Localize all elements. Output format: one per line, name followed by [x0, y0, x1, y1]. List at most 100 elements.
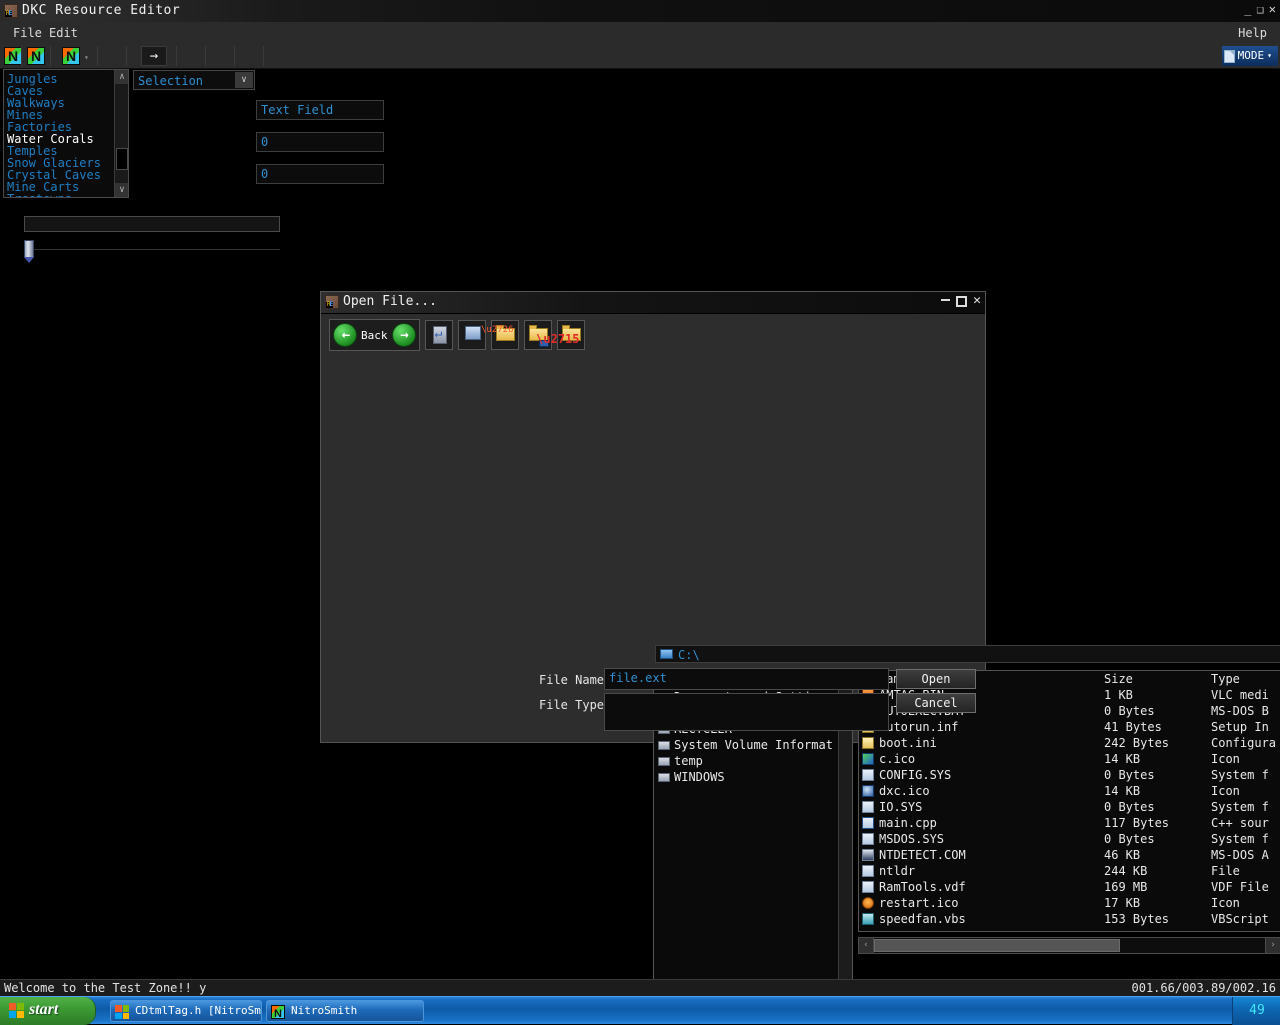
open-button[interactable]: Open: [896, 669, 976, 689]
text-field-3[interactable]: 0: [256, 164, 384, 184]
file-type: Icon: [1211, 751, 1240, 767]
back-forward-group[interactable]: ← Back →: [329, 319, 420, 351]
go-arrow-button[interactable]: →: [141, 46, 167, 66]
delete-folder-icon[interactable]: \u2715: [557, 320, 585, 350]
hscroll-track[interactable]: [874, 937, 1265, 954]
nitro-logo-2-icon[interactable]: [27, 47, 45, 65]
folder-tree-item-label: temp: [674, 754, 703, 768]
file-type: Icon: [1211, 895, 1240, 911]
level-list[interactable]: JunglesCavesWalkwaysMinesFactoriesWater …: [3, 69, 129, 198]
file-type: System f: [1211, 799, 1269, 815]
file-list-row[interactable]: IO.SYS0 BytesSystem f: [859, 799, 1280, 815]
file-type: Icon: [1211, 783, 1240, 799]
new-folder-icon[interactable]: \u2726: [491, 320, 519, 350]
file-name: ntldr: [879, 863, 915, 879]
folder-tree-item[interactable]: System Volume Informat: [654, 737, 852, 753]
dialog-maximize-icon[interactable]: [956, 296, 967, 307]
file-type: C++ sour: [1211, 815, 1269, 831]
chevron-down-icon[interactable]: ▾: [84, 53, 89, 62]
up-one-level-icon[interactable]: [425, 320, 453, 350]
file-list-row[interactable]: speedfan.vbs153 BytesVBScript: [859, 911, 1280, 927]
menubar: File Edit Help: [0, 22, 1280, 45]
file-list-row[interactable]: CONFIG.SYS0 BytesSystem f: [859, 767, 1280, 783]
nitro-logo-1-icon[interactable]: [4, 47, 22, 65]
file-type: VLC medi: [1211, 687, 1269, 703]
folder-icon: [658, 741, 670, 750]
file-list-row[interactable]: restart.ico17 KBIcon: [859, 895, 1280, 911]
maximize-icon[interactable]: ❑: [1257, 3, 1264, 15]
scroll-track[interactable]: [115, 84, 129, 183]
scroll-left-icon[interactable]: ‹: [858, 937, 874, 954]
file-size: 14 KB: [1104, 751, 1140, 767]
forward-arrow-icon[interactable]: →: [392, 323, 416, 347]
file-name: main.cpp: [879, 815, 937, 831]
file-type: System f: [1211, 831, 1269, 847]
start-button[interactable]: start: [0, 997, 96, 1025]
file-list-row[interactable]: ntldr244 KBFile: [859, 863, 1280, 879]
minimize-icon[interactable]: _: [1244, 3, 1251, 15]
file-list-row[interactable]: boot.ini242 BytesConfigura: [859, 735, 1280, 751]
scroll-up-icon[interactable]: ∧: [115, 70, 129, 84]
column-size[interactable]: Size: [1104, 671, 1133, 687]
back-arrow-icon[interactable]: ←: [333, 323, 357, 347]
chevron-down-icon[interactable]: ∨: [235, 72, 253, 88]
menu-help[interactable]: Help: [1229, 22, 1276, 44]
scroll-thumb[interactable]: [116, 148, 128, 170]
dialog-toolbar: ← Back → \u2726 \u2715: [329, 318, 585, 352]
file-list-row[interactable]: NTDETECT.COM46 KBMS-DOS A: [859, 847, 1280, 863]
application-root: RE DKC Resource Editor _ ❑ ✕ File Edit H…: [0, 0, 1280, 1024]
file-list-row[interactable]: c.ico 14 KB Icon: [859, 751, 1280, 767]
file-name: CONFIG.SYS: [879, 767, 951, 783]
dialog-minimize-icon[interactable]: [941, 299, 950, 301]
file-size: 14 KB: [1104, 783, 1140, 799]
text-field-1[interactable]: Text Field: [256, 100, 384, 120]
dialog-close-icon[interactable]: ✕: [973, 294, 981, 308]
file-type-input[interactable]: [604, 693, 889, 731]
scroll-down-icon[interactable]: ∨: [115, 183, 129, 197]
taskbar-item-1[interactable]: CDtmlTag.h [NitroSmi...: [110, 1000, 262, 1022]
chevron-down-icon: ▾: [1267, 46, 1272, 66]
file-list-row[interactable]: RamTools.vdf169 MBVDF File: [859, 879, 1280, 895]
file-type: VBScript: [1211, 911, 1269, 927]
folder-tree-item[interactable]: temp: [654, 753, 852, 769]
selection-dropdown[interactable]: Selection ∨: [133, 70, 255, 90]
file-size: 0 Bytes: [1104, 703, 1155, 719]
level-list-item[interactable]: Treetowns: [4, 193, 128, 198]
file-size: 46 KB: [1104, 847, 1140, 863]
file-list-row[interactable]: main.cpp117 BytesC++ sour: [859, 815, 1280, 831]
file-list-row[interactable]: autorun.inf41 BytesSetup In: [859, 719, 1280, 735]
mode-button[interactable]: MODE ▾: [1222, 46, 1278, 66]
level-list-scrollbar[interactable]: ∧ ∨: [114, 70, 128, 197]
nitro-icon: [271, 1005, 285, 1019]
file-size: 153 Bytes: [1104, 911, 1169, 927]
file-name: IO.SYS: [879, 799, 922, 815]
taskbar-item-2[interactable]: NitroSmith: [266, 1000, 424, 1022]
system-tray[interactable]: 49: [1232, 997, 1280, 1025]
text-field-2[interactable]: 0: [256, 132, 384, 152]
file-name-input[interactable]: file.ext: [604, 668, 889, 690]
column-type[interactable]: Type: [1211, 671, 1240, 687]
file-name: c.ico: [879, 751, 915, 767]
file-list-row[interactable]: dxc.ico14 KBIcon: [859, 783, 1280, 799]
close-icon[interactable]: ✕: [1269, 3, 1276, 15]
nitro-logo-3-icon[interactable]: [62, 47, 80, 65]
folder-tree-item-label: WINDOWS: [674, 770, 725, 784]
menu-edit[interactable]: Edit: [40, 22, 87, 44]
file-list-hscrollbar[interactable]: ‹ › 0: [858, 937, 1280, 954]
slider-thumb[interactable]: [24, 240, 34, 258]
cancel-button[interactable]: Cancel: [896, 693, 976, 713]
slider[interactable]: [24, 240, 280, 260]
rst-file-icon: [862, 897, 874, 909]
path-bar[interactable]: C:\: [655, 645, 1280, 663]
scroll-right-icon[interactable]: ›: [1265, 937, 1280, 954]
doc-file-icon: [862, 881, 874, 893]
file-list-row[interactable]: MSDOS.SYS0 BytesSystem f: [859, 831, 1280, 847]
dialog-window-controls: ✕: [941, 294, 981, 308]
slider-track[interactable]: [28, 249, 280, 252]
selection-dropdown-value: Selection: [138, 74, 203, 88]
file-size: 244 KB: [1104, 863, 1147, 879]
dxc-file-icon: [862, 785, 874, 797]
cpp-file-icon: [862, 817, 874, 829]
folder-tree-item[interactable]: WINDOWS: [654, 769, 852, 785]
open-file-dialog: RE Open File... ✕ ← Back → \u2726 \u2715…: [320, 291, 986, 743]
